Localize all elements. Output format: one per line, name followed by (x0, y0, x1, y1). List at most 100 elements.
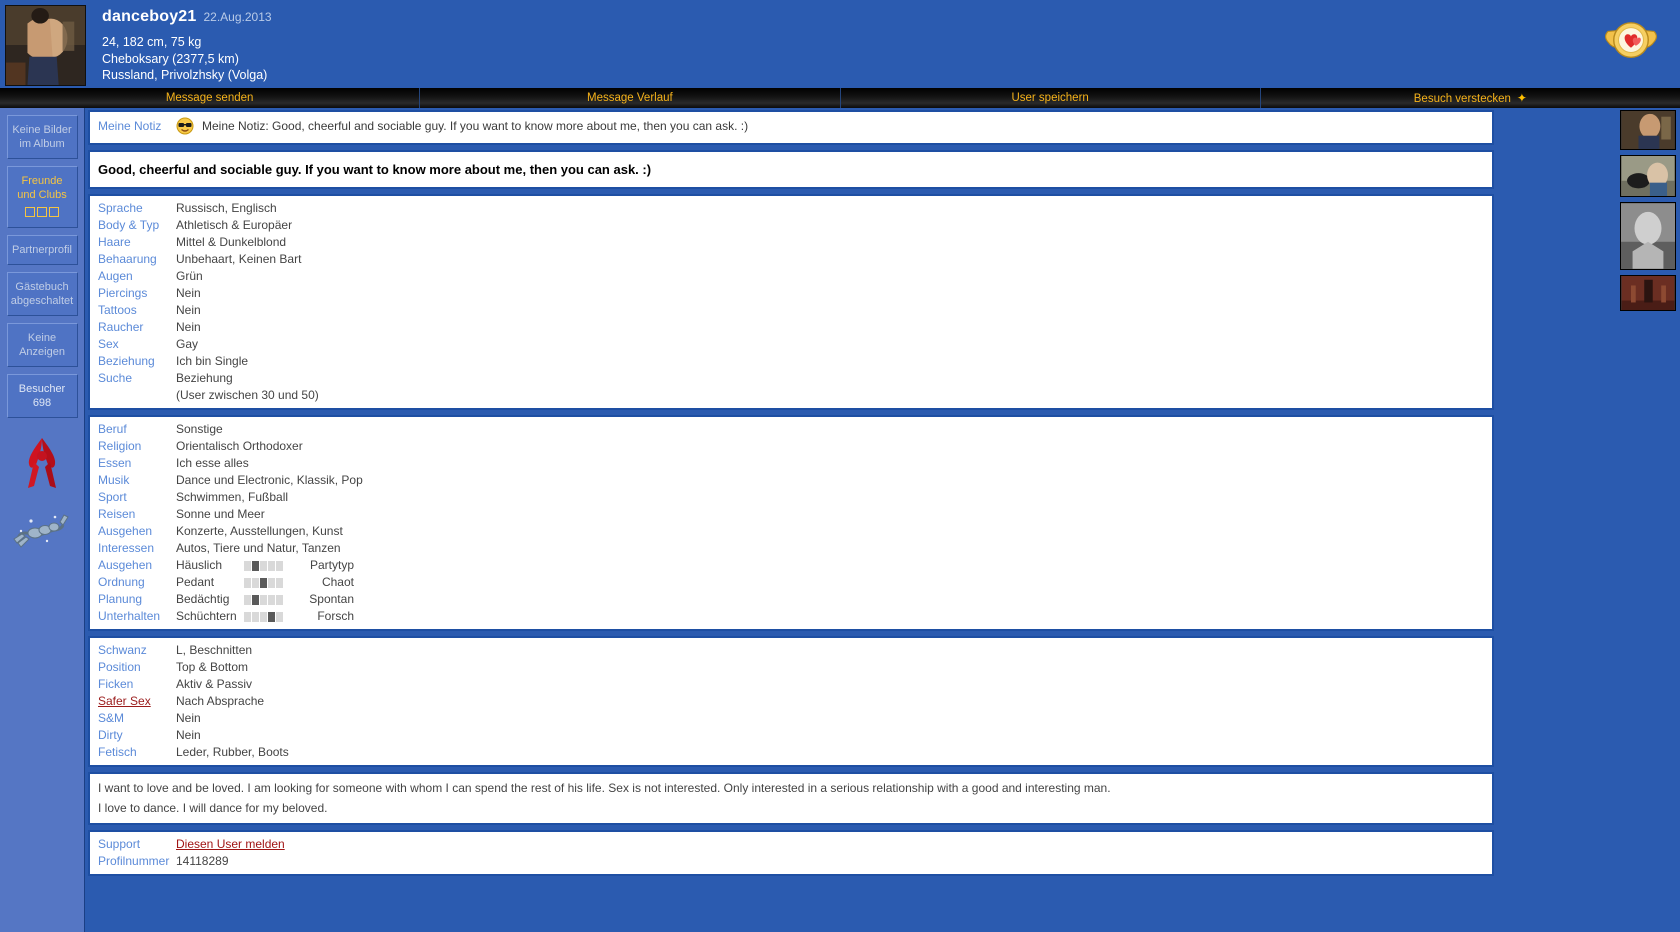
slider-segment (276, 611, 283, 622)
aids-ribbon-wrap (0, 434, 84, 497)
info-row: Safer Sex Nach Absprache (90, 693, 1492, 710)
info-row-value: Nein (176, 728, 201, 742)
visitors-label: Besucher (18, 383, 66, 395)
slider-segment (244, 560, 251, 571)
left-sidebar: Keine Bilder im Album Freunde und Clubs … (0, 108, 85, 932)
nav-besuch-verstecken[interactable]: Besuch verstecken ✦ (1261, 88, 1680, 108)
info-row-value: Leder, Rubber, Boots (176, 745, 289, 759)
slider-left-label: Pedant (176, 575, 215, 589)
action-navbar: Message senden Message Verlauf User spei… (0, 88, 1680, 108)
slider-segment (268, 594, 275, 605)
interests-rows: Beruf Sonstige Religion Orientalisch Orthod… (90, 421, 1492, 557)
slider-segment (252, 577, 259, 588)
info-row-label: Piercings (98, 286, 148, 300)
sidebar-item-label: Gästebuch abgeschaltet (10, 281, 74, 307)
personality-sliders: Ausgehen Häuslich Partytyp Ordnung Pedant Cha… (90, 557, 1492, 625)
info-row-value: Schwimmen, Fußball (176, 490, 289, 504)
info-row-label: Schwanz (98, 643, 147, 657)
sidebar-item-partner-profile: Partnerprofil (6, 235, 78, 265)
info-row: Schwanz L, Beschnitten (90, 642, 1492, 659)
info-row-value: Beziehung (176, 371, 233, 385)
info-row-label: Haare (98, 235, 131, 249)
info-row: Fetisch Leder, Rubber, Boots (90, 744, 1492, 761)
info-row: Musik Dance und Electronic, Klassik, Pop (90, 472, 1492, 489)
support-label: Support (98, 837, 141, 851)
sidebar-item-label: Keine Anzeigen (19, 332, 65, 358)
info-row-value: Aktiv & Passiv (176, 677, 253, 691)
note-panel: Meine Notiz Meine Notiz: Good, cheerful … (88, 110, 1494, 145)
page-title: danceboy21 (102, 8, 197, 25)
header-text-block: danceboy21 22.Aug.2013 24, 182 cm, 75 kg … (102, 8, 272, 84)
nav-label: User speichern (1011, 92, 1089, 104)
info-row: S&M Nein (90, 710, 1492, 727)
slider-bar (244, 560, 286, 571)
info-row: Behaarung Unbehaart, Keinen Bart (90, 251, 1492, 268)
club-square-icon (49, 207, 59, 217)
info-row-value: Unbehaart, Keinen Bart (176, 252, 302, 266)
name-line: danceboy21 22.Aug.2013 (102, 8, 272, 26)
info-row-label: Interessen (98, 541, 155, 555)
nav-user-speichern[interactable]: User speichern (841, 88, 1261, 108)
slider-segment (244, 611, 251, 622)
info-row-label: Position (98, 660, 141, 674)
info-row-label: Behaarung (98, 252, 157, 266)
info-row: Beruf Sonstige (90, 421, 1492, 438)
sidebar-item-no-pictures: Keine Bilder im Album (6, 115, 78, 159)
slider-segment (268, 611, 275, 622)
info-row-value: Orientalisch Orthodoxer (176, 439, 303, 453)
avatar[interactable] (5, 5, 86, 86)
slider-right-label: Spontan (309, 592, 354, 606)
personality-slider-row: Ausgehen Häuslich Partytyp (90, 557, 1492, 574)
info-row-label: Suche (98, 371, 133, 385)
info-row-label: Augen (98, 269, 133, 283)
slider-segment (276, 594, 283, 605)
slider-segment (252, 611, 259, 622)
thumbnail-3[interactable] (1620, 202, 1676, 270)
slider-segment (276, 560, 283, 571)
info-row-label: Musik (98, 473, 130, 487)
star-icon: ✦ (1516, 91, 1527, 105)
info-row: Ausgehen Konzerte, Ausstellungen, Kunst (90, 523, 1492, 540)
info-row-value: Russisch, Englisch (176, 201, 277, 215)
slider-left-label: Häuslich (176, 558, 223, 572)
sidebar-item-label: Freunde und Clubs (17, 175, 67, 201)
nav-message-verlauf[interactable]: Message Verlauf (420, 88, 841, 108)
info-row: Beziehung Ich bin Single (90, 353, 1492, 370)
scorpio-zodiac-icon (13, 514, 69, 548)
slider-segment (260, 577, 267, 588)
info-row: Position Top & Bottom (90, 659, 1492, 676)
slider-segment (244, 577, 251, 588)
slider-right-label: Chaot (321, 575, 354, 589)
personality-slider-row: Unterhalten Schüchtern Forsch (90, 608, 1492, 625)
slider-left-label: Schüchtern (176, 609, 237, 623)
info-row: Essen Ich esse alles (90, 455, 1492, 472)
info-row-label: Raucher (98, 320, 144, 334)
info-row: Haare Mittel & Dunkelblond (90, 234, 1492, 251)
info-row-value: Nein (176, 711, 201, 725)
profile-region: Russland, Privolzhsky (Volga) (102, 68, 268, 82)
club-square-icon (37, 207, 47, 217)
info-row-label[interactable]: Safer Sex (98, 693, 176, 710)
sidebar-item-label: Partnerprofil (12, 244, 72, 256)
visitors-count: 698 (32, 397, 52, 409)
safer-sex-link[interactable]: Safer Sex (98, 694, 151, 708)
info-row-value: L, Beschnitten (176, 643, 253, 657)
personality-slider-row: Ordnung Pedant Chaot (90, 574, 1492, 591)
info-row-value: Ich bin Single (176, 354, 249, 368)
sidebar-item-friends-clubs[interactable]: Freunde und Clubs (6, 166, 78, 228)
thumbnail-1[interactable] (1620, 110, 1676, 150)
info-row-value: Nein (176, 303, 201, 317)
info-row-label: Beruf (98, 422, 127, 436)
about-line-2: I love to dance. I will dance for my bel… (98, 801, 328, 815)
heart-badge-icon[interactable] (1602, 18, 1660, 64)
sidebar-item-visitors[interactable]: Besucher 698 (6, 374, 78, 418)
thumbnail-4[interactable] (1620, 275, 1676, 311)
info-row-label: Sport (98, 490, 127, 504)
info-row-value: Top & Bottom (176, 660, 249, 674)
profile-number-row: Profilnummer 14118289 (90, 853, 1492, 870)
thumbnail-2[interactable] (1620, 155, 1676, 197)
note-label: Meine Notiz (98, 119, 162, 133)
report-user-link[interactable]: Diesen User melden (176, 837, 285, 851)
info-row: Piercings Nein (90, 285, 1492, 302)
nav-message-senden[interactable]: Message senden (0, 88, 421, 108)
